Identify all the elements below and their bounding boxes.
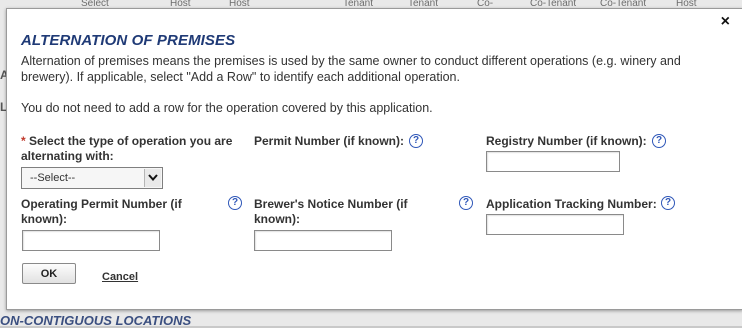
registry-number-help-icon[interactable]: ? (652, 134, 666, 148)
operating-permit-number-label: Operating Permit Number (if known): (21, 197, 182, 226)
brewers-notice-number-field[interactable] (254, 230, 392, 251)
application-tracking-number-label: Application Tracking Number: (486, 197, 657, 211)
dialog-note: You do not need to add a row for the ope… (21, 101, 433, 115)
operation-type-select[interactable]: --Select-- (21, 167, 163, 189)
dialog-title: ALTERNATION OF PREMISES (21, 32, 236, 49)
registry-number-label: Registry Number (if known): (486, 134, 647, 148)
permit-number-label: Permit Number (if known): (254, 134, 405, 148)
alternation-of-premises-dialog: × ALTERNATION OF PREMISES Alternation of… (6, 8, 742, 310)
operation-type-label: * Select the type of operation you are a… (21, 134, 243, 164)
operation-type-selected-value: --Select-- (30, 172, 76, 184)
ok-button[interactable]: OK (22, 263, 76, 284)
close-icon[interactable]: × (721, 14, 730, 30)
permit-number-help-icon[interactable]: ? (409, 134, 423, 148)
operating-permit-number-field[interactable] (22, 230, 160, 251)
operating-permit-help-icon[interactable]: ? (228, 196, 242, 210)
application-tracking-number-field[interactable] (486, 214, 624, 235)
dialog-description: Alternation of premises means the premis… (21, 54, 681, 84)
cancel-link[interactable]: Cancel (102, 271, 138, 283)
brewers-notice-help-icon[interactable]: ? (459, 196, 473, 210)
required-marker: * (21, 134, 26, 148)
operation-type-label-text: Select the type of operation you are alt… (21, 134, 233, 163)
brewers-notice-number-label: Brewer's Notice Number (if known): (254, 197, 408, 226)
application-tracking-help-icon[interactable]: ? (661, 196, 675, 210)
chevron-down-icon[interactable] (144, 169, 161, 187)
registry-number-field[interactable] (486, 151, 620, 172)
